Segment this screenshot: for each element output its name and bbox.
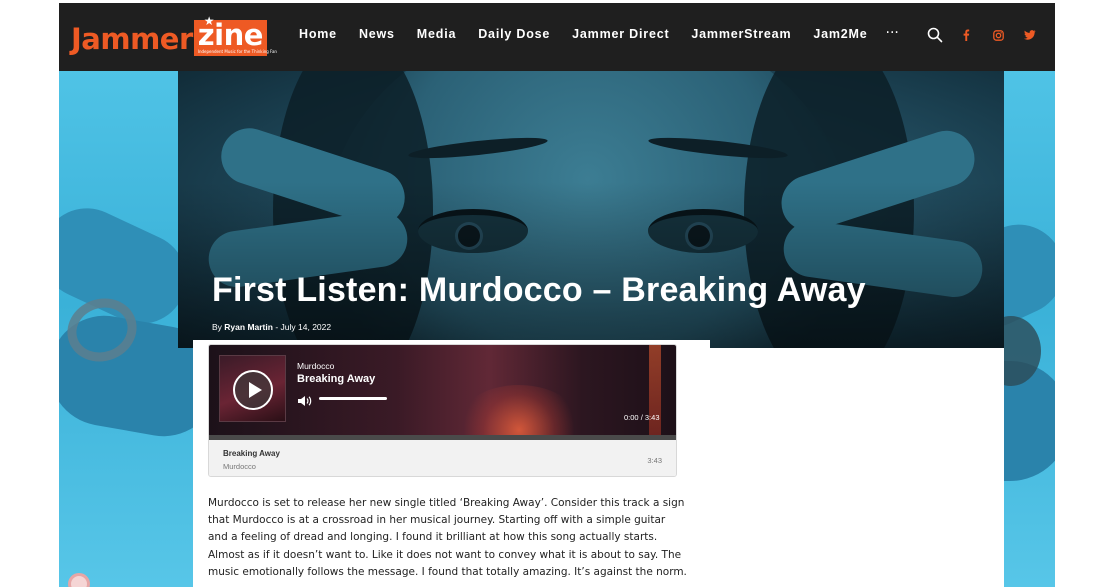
- volume-icon[interactable]: [297, 392, 313, 406]
- post-title: First Listen: Murdocco – Breaking Away: [212, 271, 866, 309]
- twitter-icon[interactable]: [1021, 26, 1039, 44]
- nav-item-home[interactable]: Home: [299, 27, 337, 41]
- play-button[interactable]: [233, 370, 273, 410]
- logo-text-jammer: Jammer: [71, 22, 193, 56]
- audio-player: Murdocco Breaking Away 0:00 / 3:43 Break…: [208, 344, 677, 477]
- post-meta: By Ryan Martin - July 14, 2022: [212, 322, 331, 332]
- logo-tagline: Independent Music for the Thinking Fan: [197, 49, 277, 54]
- post-author-link[interactable]: Ryan Martin: [224, 322, 273, 332]
- volume-slider[interactable]: [319, 397, 387, 400]
- post-meta-separator: -: [275, 322, 279, 332]
- nav-item-jammerstream[interactable]: JammerStream: [691, 27, 791, 41]
- nav-item-news[interactable]: News: [359, 27, 395, 41]
- playlist-track-duration: 3:43: [647, 456, 662, 465]
- post-by-label: By: [212, 322, 222, 332]
- track-artist: Murdocco: [297, 361, 335, 371]
- sidebar-area: [710, 348, 1004, 587]
- nav-item-jam2me[interactable]: Jam2Me: [813, 27, 867, 41]
- search-icon[interactable]: [927, 27, 943, 43]
- time-display: 0:00 / 3:43: [624, 413, 660, 422]
- nav-more-button[interactable]: ···: [886, 26, 899, 41]
- time-separator: /: [640, 413, 643, 422]
- current-time: 0:00: [624, 413, 639, 422]
- playlist-track-title: Breaking Away: [223, 449, 280, 458]
- total-duration: 3:43: [644, 413, 660, 422]
- star-icon: ★: [203, 14, 215, 28]
- nav-item-daily-dose[interactable]: Daily Dose: [478, 27, 550, 41]
- main-nav: Home News Media Daily Dose Jammer Direct…: [299, 26, 899, 41]
- album-cover: [219, 355, 286, 422]
- page-frame: Jammer ★ zine Independent Music for the …: [59, 3, 1055, 587]
- nav-item-media[interactable]: Media: [417, 27, 456, 41]
- article-body: Murdocco Breaking Away 0:00 / 3:43 Break…: [193, 340, 710, 587]
- site-header: Jammer ★ zine Independent Music for the …: [59, 3, 1055, 71]
- playlist-track-artist: Murdocco: [223, 462, 256, 471]
- site-logo[interactable]: Jammer ★ zine Independent Music for the …: [71, 14, 277, 56]
- track-title: Breaking Away: [297, 373, 376, 385]
- player-artwork-bg: Murdocco Breaking Away 0:00 / 3:43: [209, 345, 676, 475]
- instagram-icon[interactable]: [989, 26, 1007, 44]
- playlist-item[interactable]: Breaking Away Murdocco 3:43: [209, 440, 676, 476]
- logo-badge: ★ zine Independent Music for the Thinkin…: [193, 14, 277, 56]
- play-icon: [248, 382, 262, 398]
- header-icons: [927, 26, 1053, 44]
- nav-item-jammer-direct[interactable]: Jammer Direct: [572, 27, 669, 41]
- post-date: July 14, 2022: [280, 322, 332, 332]
- facebook-icon[interactable]: [957, 26, 975, 44]
- article-paragraph: Murdocco is set to release her new singl…: [208, 497, 687, 578]
